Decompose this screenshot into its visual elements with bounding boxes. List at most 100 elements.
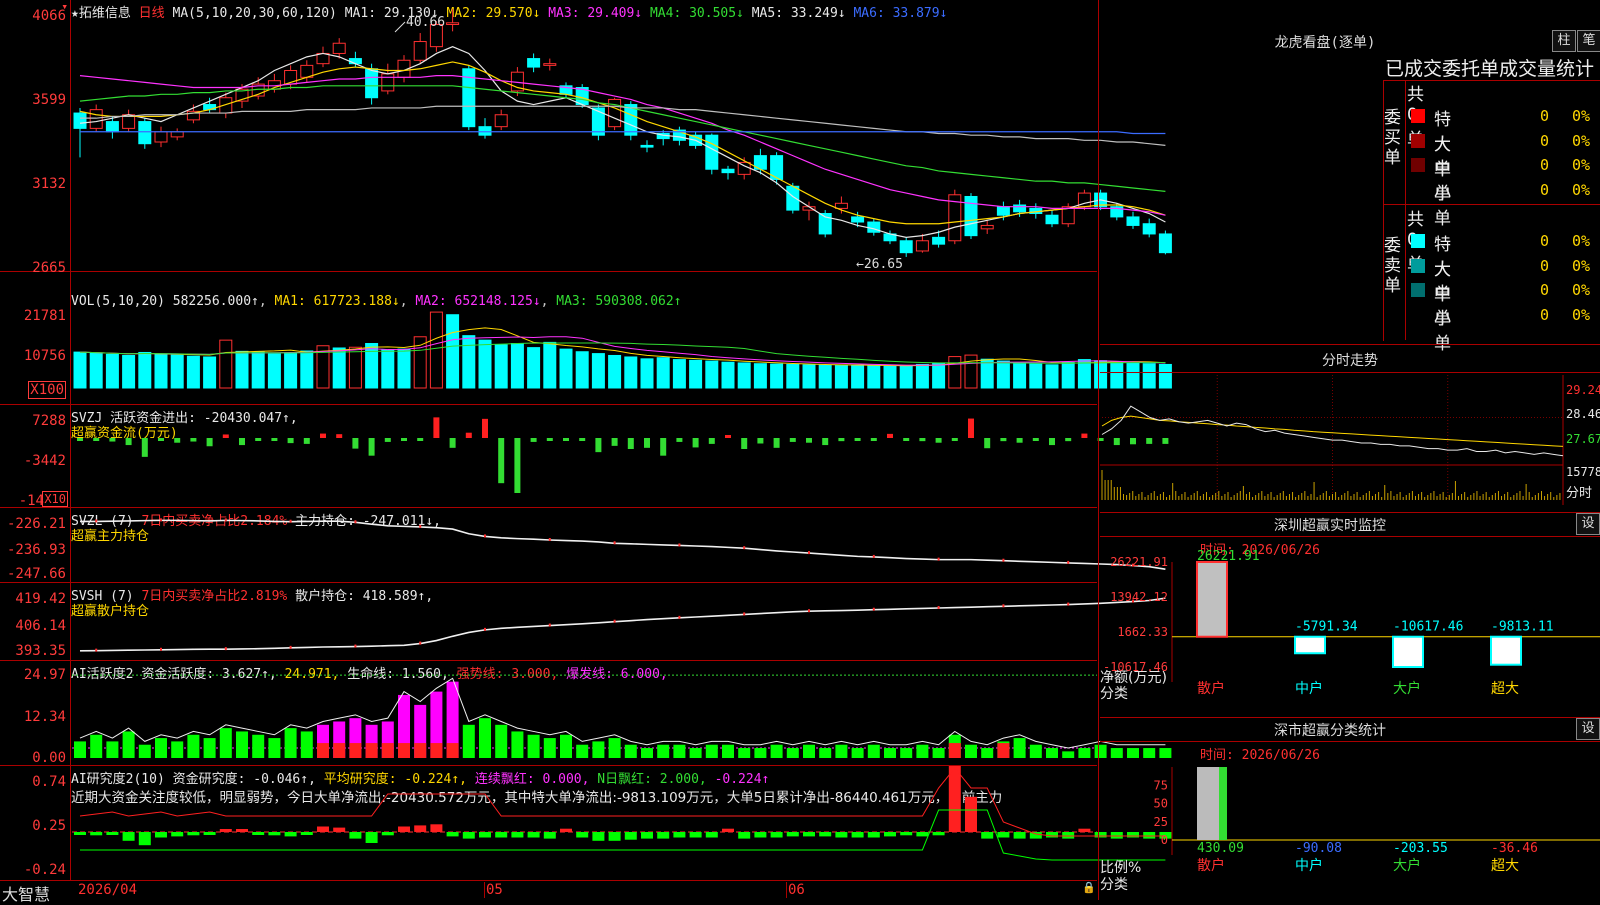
- volume-bar: [510, 343, 524, 389]
- lhb-title: 龙虎看盘(逐单): [1274, 35, 1376, 51]
- sell-swatch: [1411, 307, 1425, 322]
- research-bar: [317, 826, 329, 832]
- research-bar: [803, 832, 815, 837]
- activity-bar: [738, 748, 751, 758]
- ai-research-chart[interactable]: [0, 766, 1172, 880]
- flow-bar: [287, 438, 294, 444]
- lhb-subtitle: 已成交委托单成交量统计: [1385, 58, 1595, 80]
- sz-monitor-panel[interactable]: 深圳超赢实时监控 设 时间: 2026/06/26 26221.91 13942.…: [1100, 512, 1600, 716]
- flow-bar: [514, 438, 521, 493]
- candlestick-chart[interactable]: 40.66 ←26.65: [0, 0, 1172, 272]
- sell-row-value: 0: [1540, 281, 1550, 299]
- volume-bar: [105, 353, 119, 389]
- activity-bar: [219, 728, 232, 758]
- volume-bar: [300, 350, 314, 389]
- holding-tick: [613, 541, 616, 545]
- flow-bar: [1049, 438, 1055, 446]
- candle-body: [834, 202, 848, 209]
- holding-tick: [872, 554, 875, 558]
- activity-bar: [867, 744, 880, 758]
- category-value: -36.46: [1491, 841, 1538, 856]
- category-bar: [1392, 635, 1424, 668]
- research-bar: [608, 832, 621, 841]
- volume-bar: [705, 360, 719, 389]
- volume-bar: [867, 365, 881, 389]
- buy-row-value: 0: [1540, 131, 1550, 150]
- ai-activity-pane[interactable]: 24.97 12.34 0.00 AI活跃度2 资金活跃度: 3.627↑, 2…: [0, 661, 1172, 766]
- ai-activity-chart[interactable]: [0, 661, 1172, 765]
- research-bar: [657, 832, 670, 839]
- activity-bar: [284, 728, 297, 758]
- volume-bar: [73, 351, 87, 389]
- flow-bar: [708, 438, 715, 444]
- candle-body: [640, 144, 654, 148]
- category-value: -90.08: [1295, 841, 1342, 856]
- holding-tick: [95, 648, 98, 652]
- main-price-pane[interactable]: 4066 3599 3132 2665 ▾ ★拓维信息 日线 MA(5,10,2…: [0, 0, 1172, 276]
- research-bar: [333, 827, 346, 832]
- volume-bar: [381, 349, 395, 389]
- flow-bar: [757, 438, 764, 444]
- lock-icon[interactable]: 🔒: [1082, 881, 1096, 894]
- activity-bar: [543, 738, 556, 758]
- volume-bar: [834, 365, 848, 389]
- activity-bar: [916, 744, 929, 758]
- research-bar: [1078, 828, 1091, 832]
- activity-bar: [479, 718, 491, 758]
- activity-bar: [203, 738, 216, 758]
- volume-bar: [397, 348, 411, 389]
- fenshi-chart[interactable]: [1100, 345, 1600, 511]
- svzj-pane[interactable]: 7288 -3442 -14 X10 SVZJ 活跃资金进出: -20430.0…: [0, 405, 1169, 509]
- activity-bar: [657, 744, 670, 758]
- candle-body: [721, 168, 735, 174]
- flow-bar: [1081, 433, 1088, 438]
- bar-mode-button[interactable]: 柱: [1552, 30, 1576, 52]
- research-bar: [624, 832, 637, 840]
- svsh-pane[interactable]: 419.42 406.14 393.35 SVSH (7) 7日内买卖净占比2.…: [0, 583, 1166, 661]
- holding-tick: [1002, 604, 1005, 608]
- svzl-chart[interactable]: [0, 508, 1166, 582]
- research-bar: [1062, 832, 1075, 839]
- flow-bar: [433, 417, 440, 438]
- research-bar: [576, 832, 589, 838]
- activity-bar: [900, 748, 913, 758]
- flow-bar: [255, 438, 262, 441]
- volume-bar: [753, 363, 767, 389]
- sz-monitor-chart[interactable]: 26221.91 13942.12 1662.33 -10617.46 26221.91…: [1100, 512, 1600, 716]
- buy-swatch: [1411, 109, 1425, 123]
- tick-mode-button[interactable]: 笔: [1577, 30, 1600, 52]
- high-annotation: 40.66: [406, 15, 445, 30]
- activity-bar: [462, 724, 475, 758]
- activity-bar: [608, 738, 621, 758]
- sz-class-chart[interactable]: 75 50 25 0 430.09散户 -90.08中户 -203.55大户 -36.46 超大: [1100, 717, 1600, 900]
- activity-bar: [754, 748, 767, 758]
- svzl-pane[interactable]: -226.21 -236.93 -247.66 SVZL (7) 7日内买卖净占…: [0, 508, 1166, 583]
- research-bar: [349, 832, 362, 839]
- research-bar: [560, 828, 572, 832]
- activity-bar: [1013, 738, 1026, 758]
- flow-bar: [903, 438, 910, 441]
- sz-class-xlabel: 分类: [1100, 877, 1128, 893]
- research-bar: [74, 832, 86, 835]
- volume-bar: [251, 351, 265, 389]
- holding-tick: [354, 644, 357, 648]
- svzj-chart[interactable]: [0, 405, 1169, 507]
- flow-bar: [498, 438, 505, 484]
- ai-research-pane[interactable]: 0.74 0.25 -0.24 AI研究度2(10) 资金研究度: -0.046…: [0, 766, 1172, 881]
- holding-tick: [224, 518, 227, 522]
- panel-tick: 75: [1154, 778, 1168, 792]
- flow-bar: [611, 438, 618, 446]
- volume-pane[interactable]: 21781 10756 X100 VOL(5,10,20) 582256.000…: [0, 272, 1172, 405]
- volume-chart[interactable]: [0, 272, 1172, 404]
- holding-tick: [419, 524, 422, 528]
- research-bar: [884, 832, 896, 837]
- candle-body: [154, 131, 168, 143]
- flow-bar: [417, 438, 424, 441]
- sz-class-panel[interactable]: 深市超赢分类统计 设 时间: 2026/06/26 75 50 25 0 430.09 散…: [1100, 717, 1600, 900]
- volume-bar: [478, 339, 492, 389]
- category-value: -203.55: [1393, 841, 1448, 856]
- fenshi-panel[interactable]: 分时走势 29.24 28.46 27.67 15778 分时: [1100, 345, 1600, 511]
- volume-bar: [932, 362, 946, 389]
- category-value: 430.09: [1197, 841, 1244, 856]
- svsh-chart[interactable]: [0, 583, 1166, 660]
